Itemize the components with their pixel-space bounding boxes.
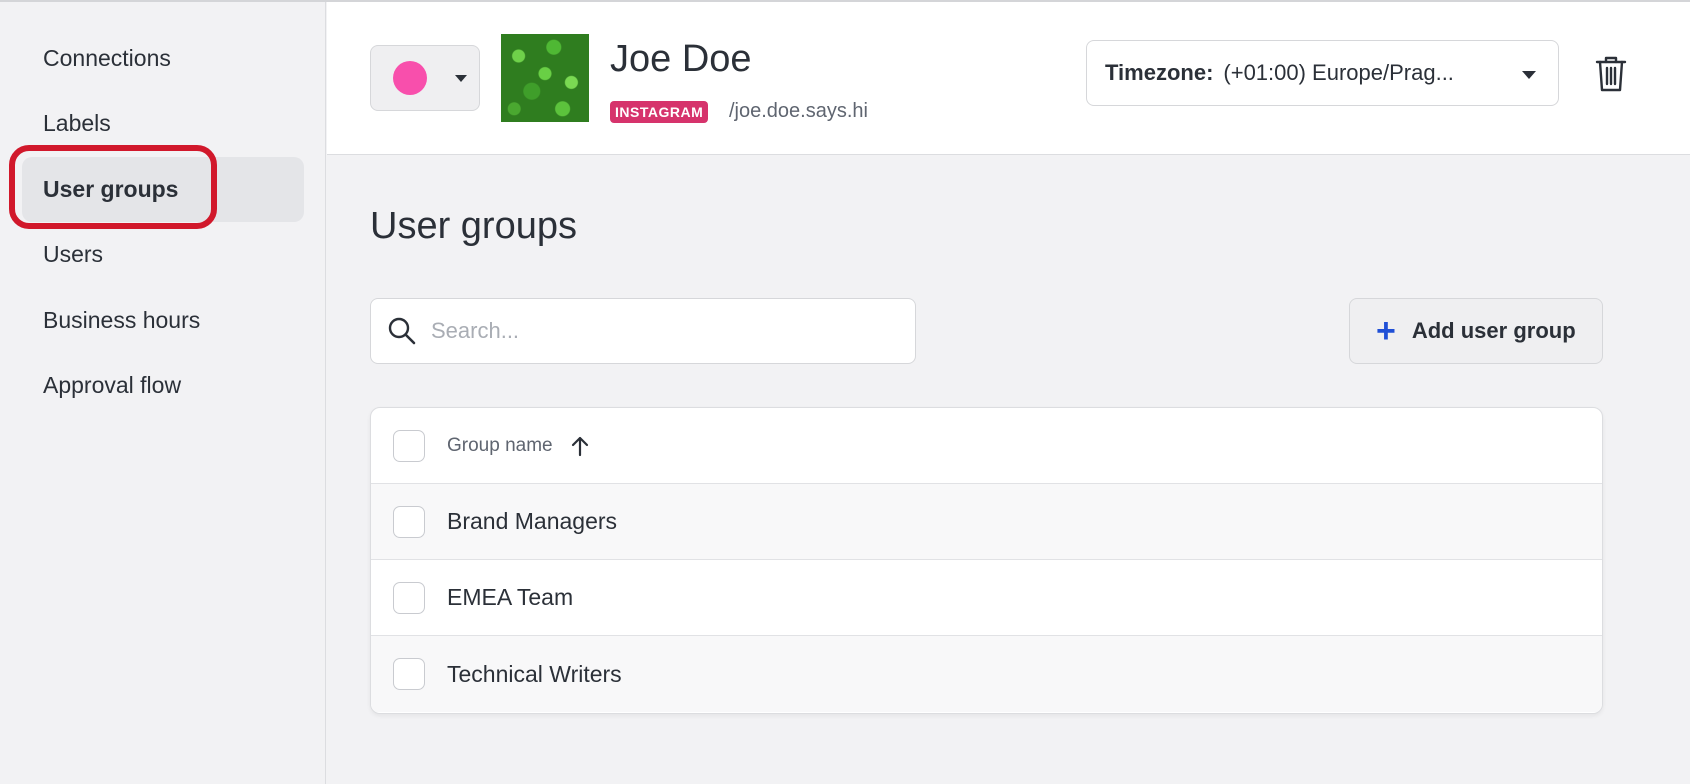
- table-row[interactable]: EMEA Team: [371, 560, 1602, 636]
- sidebar-item-labels[interactable]: Labels: [22, 91, 304, 156]
- timezone-select[interactable]: Timezone: (+01:00) Europe/Prag...: [1086, 40, 1559, 106]
- sidebar-item-connections[interactable]: Connections: [22, 26, 304, 91]
- table-row[interactable]: Technical Writers: [371, 636, 1602, 712]
- color-dot: [393, 61, 427, 95]
- page-title: User groups: [370, 205, 577, 247]
- platform-badge: INSTAGRAM: [610, 101, 709, 123]
- row-checkbox[interactable]: [393, 581, 425, 614]
- select-all-checkbox[interactable]: [393, 429, 425, 462]
- sidebar-item-label: User groups: [43, 176, 179, 202]
- group-name: EMEA Team: [447, 584, 574, 610]
- trash-icon: [1595, 56, 1627, 92]
- chevron-down-icon: [1522, 71, 1536, 79]
- sidebar-item-business-hours[interactable]: Business hours: [22, 288, 304, 353]
- sidebar-item-label: Users: [43, 241, 104, 267]
- sidebar-item-approval-flow[interactable]: Approval flow: [22, 353, 304, 418]
- account-name: Joe Doe: [610, 38, 752, 80]
- table-row[interactable]: Brand Managers: [371, 484, 1602, 560]
- add-user-group-label: Add user group: [1411, 318, 1576, 343]
- search-input[interactable]: [431, 318, 891, 344]
- table-header-row: Group name: [371, 408, 1602, 484]
- group-name: Brand Managers: [447, 508, 618, 534]
- main-content: Joe Doe INSTAGRAM /joe.doe.says.hi Timez…: [327, 2, 1690, 784]
- sidebar-item-label: Labels: [43, 110, 111, 136]
- add-user-group-button[interactable]: + Add user group: [1349, 298, 1603, 364]
- color-picker-button[interactable]: [370, 45, 480, 111]
- search-box[interactable]: [370, 298, 916, 364]
- sidebar: Connections Labels User groups Users Bus…: [0, 2, 326, 784]
- avatar: [501, 34, 589, 122]
- account-header: Joe Doe INSTAGRAM /joe.doe.says.hi Timez…: [327, 2, 1690, 155]
- chevron-down-icon: [455, 75, 467, 82]
- timezone-label: Timezone:: [1105, 60, 1214, 85]
- user-groups-table: Group name Brand Managers EMEA Team Tech…: [370, 407, 1603, 714]
- row-checkbox[interactable]: [393, 658, 425, 690]
- arrow-up-icon[interactable]: [571, 435, 589, 457]
- row-checkbox[interactable]: [393, 505, 425, 538]
- sidebar-item-label: Connections: [43, 45, 171, 71]
- delete-button[interactable]: [1593, 54, 1629, 94]
- account-handle: /joe.doe.says.hi: [729, 100, 868, 122]
- timezone-value: (+01:00) Europe/Prag...: [1223, 60, 1454, 85]
- plus-icon: +: [1376, 312, 1396, 350]
- sidebar-item-label: Business hours: [43, 307, 201, 333]
- search-icon: [388, 317, 416, 345]
- group-name: Technical Writers: [447, 660, 622, 687]
- sidebar-item-label: Approval flow: [43, 372, 182, 398]
- column-header-group-name[interactable]: Group name: [447, 435, 553, 457]
- sidebar-item-user-groups[interactable]: User groups: [22, 157, 304, 222]
- sidebar-item-users[interactable]: Users: [22, 222, 304, 287]
